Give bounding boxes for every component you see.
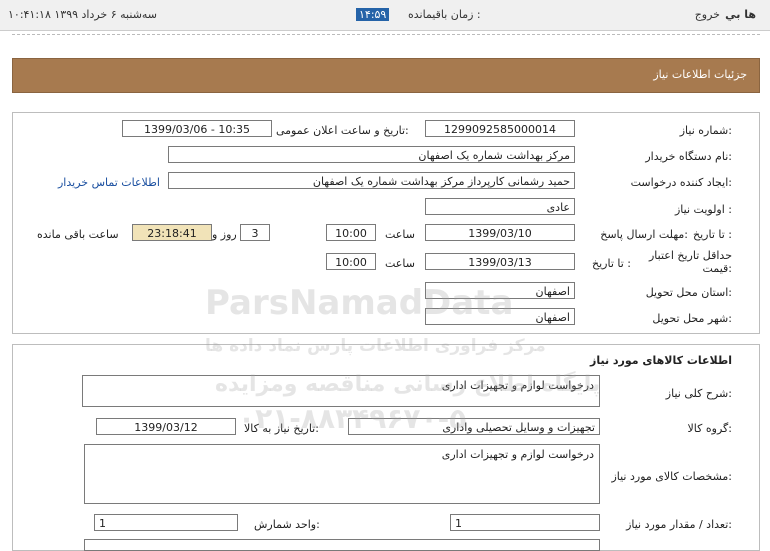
remaining-time-label: ساعت باقی مانده xyxy=(37,228,119,241)
specs-label: مشخصات کالای مورد نیاز: xyxy=(611,470,732,483)
creator-label: ایجاد کننده درخواست: xyxy=(630,176,732,189)
session-timer: ۱۴:۵۹ xyxy=(356,8,390,21)
watermark-brand: ParsNamadData xyxy=(205,283,514,323)
current-datetime: سه‌شنبه ۶ خرداد ۱۳۹۹ ۱۰:۴۱:۱۸ xyxy=(8,8,158,21)
creator-field[interactable]: حمید رشمانی کارپرداز مرکز بهداشت شماره ی… xyxy=(168,172,575,189)
validity-date-field[interactable]: 1399/03/13 xyxy=(425,253,575,270)
watermark-phone: ۰۲۱-۸۸۳۴۹۶۷۰-۵ xyxy=(238,402,467,435)
announce-field[interactable]: 1399/03/06 - 10:35 xyxy=(122,120,272,137)
need-number-field[interactable]: 1299092585000014 xyxy=(425,120,575,137)
unit-field[interactable]: 1 xyxy=(94,514,238,531)
next-field[interactable] xyxy=(84,539,600,551)
deadline-time-label: ساعت xyxy=(385,228,415,241)
validity-time-label: ساعت xyxy=(385,257,415,270)
validity-until-label: تا تاریخ : xyxy=(592,257,631,270)
days-and-label: روز و xyxy=(212,228,237,241)
priority-label: اولویت نیاز : xyxy=(674,203,732,216)
specs-field[interactable]: درخواست لوازم و تجهیزات اداری xyxy=(84,444,600,504)
deadline-label: مهلت ارسال پاسخ: xyxy=(600,228,688,241)
divider xyxy=(12,34,760,35)
priority-field[interactable]: عادی xyxy=(425,198,575,215)
unit-label: واحد شمارش: xyxy=(254,518,320,531)
page-title: جزئیات اطلاعات نیاز xyxy=(653,68,747,81)
province-label: استان محل تحویل: xyxy=(645,286,732,299)
need-date-field[interactable]: 1399/03/12 xyxy=(96,418,236,435)
remaining-label: زمان باقيمانده : xyxy=(408,8,481,21)
goods-section-title: اطلاعات کالاهای مورد نیاز xyxy=(590,354,732,367)
watermark-subtitle: پایگاه اطلاع رسانی مناقصه ومزایده xyxy=(215,372,601,397)
section-header: جزئیات اطلاعات نیاز xyxy=(12,58,760,93)
validity-label: حداقل تاریخ اعتبار قیمت: xyxy=(648,249,732,275)
need-number-label: شماره نیاز: xyxy=(679,124,732,137)
summary-label: شرح کلی نیاز: xyxy=(665,387,732,400)
days-field[interactable]: 3 xyxy=(240,224,270,241)
group-label: گروه کالا: xyxy=(687,422,732,435)
buyer-org-field[interactable]: مرکز بهداشت شماره یک اصفهان xyxy=(168,146,575,163)
remaining-time-field: 23:18:41 xyxy=(132,224,212,241)
city-label: شهر محل تحویل: xyxy=(652,312,732,325)
deadline-date-field[interactable]: 1399/03/10 xyxy=(425,224,575,241)
buyer-org-label: نام دستگاه خریدار: xyxy=(645,150,732,163)
deadline-time-field[interactable]: 10:00 xyxy=(326,224,376,241)
buyer-contact-link[interactable]: اطلاعات تماس خریدار xyxy=(58,176,160,189)
logout-link[interactable]: خروج xyxy=(695,8,720,21)
top-bar: ها بي خروج زمان باقيمانده : ۱۴:۵۹ سه‌شنب… xyxy=(0,0,770,31)
announce-label: تاریخ و ساعت اعلان عمومی: xyxy=(276,124,409,137)
qty-field[interactable]: 1 xyxy=(450,514,600,531)
qty-label: تعداد / مقدار مورد نیاز: xyxy=(626,518,732,531)
app-name: ها بي xyxy=(725,8,756,21)
watermark-brand-fa: مرکز فراوری اطلاعات پارس نماد داده ها xyxy=(205,336,546,356)
validity-time-field[interactable]: 10:00 xyxy=(326,253,376,270)
deadline-until-label: تا تاریخ : xyxy=(693,228,732,241)
